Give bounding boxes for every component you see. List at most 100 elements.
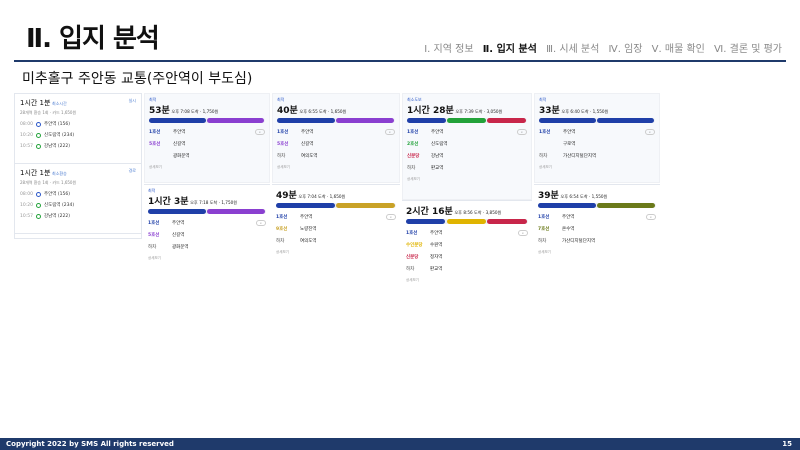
station-name: 여의도역 (301, 154, 318, 159)
line-badge: 5호선 (149, 142, 161, 147)
line-badge: 신분당 (407, 154, 420, 159)
line-row: 2호선 신도림역 (407, 141, 527, 147)
line-row: 하차 가산디지털단지역 (539, 153, 655, 159)
route-meta: 오후 6:55 도착 · 1,650원 (299, 109, 347, 114)
route-duration: 2시간 16분 (406, 207, 453, 217)
route-card[interactable]: 49분 오후 7:04 도착 · 1,650원 1호선 주안역 ⌕ 9호선 노량진역 하차 여… (272, 184, 400, 268)
route-duration: 1시간 28분 (407, 106, 454, 116)
nav-item-4[interactable]: Ⅳ. 임장 (608, 44, 642, 55)
route-option[interactable]: 경로 1시간 1분 최소환승 28개역 환승 1회 · 카드 1,650원 08… (15, 164, 141, 234)
line-row: 신분당 정자역 (406, 254, 528, 260)
route-duration: 1시간 1분 (20, 99, 51, 107)
line-badge: 5호선 (277, 142, 289, 147)
line-badge: 1호선 (406, 231, 418, 236)
line-badge: 1호선 (277, 130, 289, 135)
route-meta: 오후 7:08 도착 · 1,750원 (171, 109, 219, 114)
station-name: 정자역 (430, 255, 443, 260)
detail-link[interactable]: 상세보기 (149, 165, 265, 170)
detail-link[interactable]: 상세보기 (539, 165, 655, 170)
station-name: 온수역 (562, 227, 575, 232)
route-segment (276, 203, 335, 208)
route-stop: 10:57 강남역 (222) (20, 213, 70, 219)
station-dot-icon (36, 191, 41, 197)
line-badge: 신분당 (406, 255, 419, 260)
nav-item-6[interactable]: Ⅵ. 결론 및 평가 (714, 44, 782, 55)
nav-item-1[interactable]: Ⅰ. 지역 정보 (424, 44, 473, 55)
station-name: 가산디지털단지역 (562, 239, 596, 244)
line-badge: 1호선 (149, 130, 161, 135)
route-segment-bar (538, 203, 656, 208)
route-meta: 28개역 환승 1회 · 카드 1,650원 (20, 180, 77, 185)
route-segment (597, 118, 654, 123)
detail-link[interactable]: 상세보기 (407, 177, 527, 182)
nav-item-2[interactable]: Ⅱ. 입지 분석 (483, 44, 537, 55)
route-segment (407, 118, 446, 123)
route-note: 최소시간 (52, 101, 67, 106)
route-meta: 오후 8:56 도착 · 3,850원 (454, 210, 502, 215)
station-name: 노량진역 (300, 227, 317, 232)
route-card[interactable]: 2시간 16분 오후 8:56 도착 · 3,850원 1호선 주안역 ⌕ 수인분당 수원… (402, 200, 532, 292)
route-duration: 1시간 1분 (20, 169, 51, 177)
timetable-button[interactable]: ⌕ (645, 129, 655, 135)
station-name: 신길역 (172, 233, 185, 238)
timetable-button[interactable]: ⌕ (255, 129, 265, 135)
route-segment (538, 203, 596, 208)
route-segment (336, 118, 394, 123)
line-row: 수인분당 수원역 (406, 242, 528, 248)
detail-link[interactable]: 상세보기 (276, 250, 396, 255)
line-badge: 하차 (538, 239, 547, 244)
route-card[interactable]: 최적 1시간 3분 오후 7:18 도착 · 1,750원 1호선 주안역 ⌕ 5호선 신길… (144, 184, 270, 268)
station-name: 주안역 (301, 130, 314, 135)
line-badge: 하차 (148, 245, 157, 250)
route-note: 최소환승 (52, 171, 67, 176)
route-tab-label[interactable]: 실시 (129, 98, 136, 104)
route-segment-bar (277, 118, 395, 123)
route-duration: 1시간 3분 (148, 197, 189, 207)
station-name: 주안역 (430, 231, 443, 236)
timetable-button[interactable]: ⌕ (256, 220, 266, 226)
nav-item-5[interactable]: Ⅴ. 매물 확인 (652, 44, 705, 55)
route-segment-bar (407, 118, 527, 123)
station-name: 수원역 (430, 243, 443, 248)
page-number: 15 (782, 440, 792, 448)
route-segment-bar (406, 219, 528, 224)
route-card[interactable]: 최소도보 1시간 28분 오후 7:39 도착 · 3,050원 1호선 주안역 ⌕ 2호… (402, 93, 532, 200)
route-meta: 오후 7:18 도착 · 1,750원 (190, 200, 238, 205)
timetable-button[interactable]: ⌕ (518, 230, 528, 236)
line-row: 1호선 주안역 ⌕ (407, 129, 527, 135)
route-card[interactable]: 최적 53분 오후 7:08 도착 · 1,750원 1호선 주안역 ⌕ 5호선 신길역 광화… (144, 93, 270, 183)
route-segment (277, 118, 335, 123)
detail-link[interactable]: 상세보기 (406, 278, 528, 283)
page-title: Ⅱ. 입지 분석 (26, 24, 160, 54)
timetable-button[interactable]: ⌕ (517, 129, 527, 135)
line-badge: 1호선 (539, 130, 551, 135)
timetable-button[interactable]: ⌕ (385, 129, 395, 135)
detail-link[interactable]: 상세보기 (277, 165, 395, 170)
route-tab-label[interactable]: 경로 (129, 168, 136, 174)
route-meta: 오후 6:40 도착 · 1,550원 (561, 109, 609, 114)
route-option[interactable]: 실시 1시간 1분 최소시간 28개역 환승 1회 · 카드 1,650원 08… (15, 94, 141, 164)
line-row: 하차 판교역 (406, 266, 528, 272)
route-stop: 10:20 신도림역 (234) (20, 202, 75, 208)
route-stop: 08:00 주안역 (156) (20, 191, 70, 197)
station-name: 주안역 (300, 215, 313, 220)
station-name: 판교역 (430, 267, 443, 272)
line-badge: 5호선 (148, 233, 160, 238)
timetable-button[interactable]: ⌕ (646, 214, 656, 220)
route-card[interactable]: 최적 33분 오후 6:40 도착 · 1,550원 1호선 주안역 ⌕ 구로역 하차 가산디… (534, 93, 660, 183)
line-badge: 1호선 (148, 221, 160, 226)
station-name: 광화문역 (173, 154, 190, 159)
line-row: 하차 가산디지털단지역 (538, 238, 656, 244)
nav-item-3[interactable]: Ⅲ. 시세 분석 (546, 44, 599, 55)
route-stop: 10:20 신도림역 (234) (20, 132, 75, 138)
station-name: 주안역 (172, 221, 185, 226)
route-card[interactable]: 최적 40분 오후 6:55 도착 · 1,650원 1호선 주안역 ⌕ 5호선 신길역 하차… (272, 93, 400, 183)
route-card[interactable]: 39분 오후 6:54 도착 · 1,550원 1호선 주안역 ⌕ 7호선 온수역 하차 가산… (534, 184, 660, 268)
line-badge: 1호선 (538, 215, 550, 220)
line-row: 1호선 주안역 ⌕ (406, 230, 528, 236)
line-badge: 하차 (277, 154, 286, 159)
detail-link[interactable]: 상세보기 (538, 250, 656, 255)
detail-link[interactable]: 상세보기 (148, 256, 266, 261)
timetable-button[interactable]: ⌕ (386, 214, 396, 220)
line-row: 1호선 주안역 ⌕ (276, 214, 396, 220)
